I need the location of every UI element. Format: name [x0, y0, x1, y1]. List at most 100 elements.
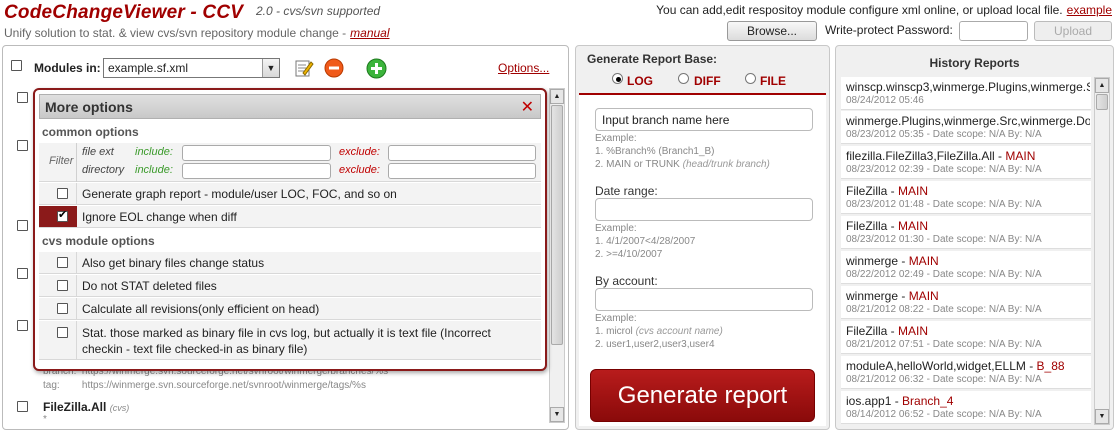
- date-example-1: 1. 4/1/2007<4/28/2007: [595, 236, 696, 247]
- history-item[interactable]: FileZilla - MAIN 08/23/2012 01:30 - Date…: [841, 216, 1091, 249]
- account-input[interactable]: [595, 288, 813, 311]
- module-checkbox[interactable]: [17, 401, 28, 412]
- directory-exclude-input[interactable]: [388, 163, 536, 179]
- options-link[interactable]: Options...: [498, 61, 549, 75]
- history-item-name: filezilla.FileZilla3,FileZilla.All - MAI…: [846, 149, 1090, 163]
- history-item-name: winmerge.Plugins,winmerge.Src,winmerge.D…: [846, 114, 1090, 128]
- all-revisions-checkbox[interactable]: [57, 303, 68, 314]
- option-all-revisions[interactable]: Calculate all revisions(only efficient o…: [39, 297, 541, 320]
- account-example-2: 2. user1,user2,user3,user4: [595, 339, 715, 350]
- history-item[interactable]: winmerge - MAIN 08/22/2012 02:49 - Date …: [841, 251, 1091, 284]
- option-ignore-eol[interactable]: Ignore EOL change when diff: [39, 205, 541, 228]
- account-example-1-note: (cvs account name): [635, 326, 723, 337]
- password-input[interactable]: [959, 21, 1028, 41]
- module-checkbox[interactable]: [17, 320, 28, 331]
- history-item[interactable]: FileZilla - MAIN 08/21/2012 07:51 - Date…: [841, 321, 1091, 354]
- app-title: CodeChangeViewer - CCV: [4, 2, 244, 23]
- scroll-thumb[interactable]: [1096, 94, 1108, 110]
- history-scrollbar[interactable]: ▲ ▼: [1094, 77, 1110, 425]
- more-options-dialog: More options ✕ common options Filter fil…: [33, 88, 547, 371]
- file-ext-exclude-input[interactable]: [388, 145, 536, 161]
- option-label: Also get binary files change status: [82, 256, 265, 270]
- radio-diff[interactable]: [678, 73, 689, 84]
- manual-link[interactable]: manual: [350, 26, 389, 40]
- radio-file-label[interactable]: FILE: [760, 74, 786, 88]
- account-example: Example: 1. microl (cvs account name) 2.…: [595, 312, 723, 351]
- option-label-line2: checkin - text file checked-in as binary…: [82, 342, 308, 356]
- history-item-meta: 08/14/2012 06:52 - Date scope: N/A By: N…: [846, 409, 1042, 420]
- radio-log[interactable]: [612, 73, 623, 84]
- scroll-up-icon[interactable]: ▲: [1095, 78, 1109, 93]
- history-item-name: ios.app1 - Branch_4: [846, 394, 1090, 408]
- module-checkbox[interactable]: [17, 268, 28, 279]
- history-item-meta: 08/21/2012 06:32 - Date scope: N/A By: N…: [846, 374, 1042, 385]
- generate-report-button[interactable]: Generate report: [590, 369, 815, 422]
- radio-log-label[interactable]: LOG: [627, 74, 653, 88]
- history-item-name: winscp.winscp3,winmerge.Plugins,winmerge…: [846, 80, 1090, 94]
- history-item-meta: 08/22/2012 02:49 - Date scope: N/A By: N…: [846, 269, 1042, 280]
- module-checkbox[interactable]: [17, 140, 28, 151]
- history-item[interactable]: winscp.winscp3,winmerge.Plugins,winmerge…: [841, 77, 1091, 110]
- history-item[interactable]: moduleA,helloWorld,widget,ELLM - B_88 08…: [841, 356, 1091, 389]
- date-range-input[interactable]: [595, 198, 813, 221]
- edit-icon[interactable]: [294, 58, 314, 78]
- option-graph-report[interactable]: Generate graph report - module/user LOC,…: [39, 182, 541, 205]
- modules-label: Modules in:: [34, 61, 101, 75]
- history-item[interactable]: ios.app1 - Branch_4 08/14/2012 06:52 - D…: [841, 391, 1091, 424]
- select-all-checkbox[interactable]: [11, 60, 22, 71]
- branch-example-2-note: (head/trunk branch): [682, 159, 770, 170]
- history-item-name: FileZilla - MAIN: [846, 324, 1090, 338]
- example-link[interactable]: example: [1067, 3, 1112, 17]
- scroll-down-icon[interactable]: ▼: [1095, 409, 1109, 424]
- graph-report-checkbox[interactable]: [57, 188, 68, 199]
- no-stat-deleted-checkbox[interactable]: [57, 280, 68, 291]
- more-options-title: More options: [45, 99, 133, 115]
- checked-indicator: [39, 206, 77, 227]
- file-ext-label: file ext: [82, 146, 114, 158]
- example-label: Example:: [595, 133, 637, 144]
- remove-icon[interactable]: [324, 58, 344, 78]
- history-item[interactable]: FileZilla - MAIN 08/23/2012 01:48 - Date…: [841, 181, 1091, 214]
- history-item[interactable]: filezilla.FileZilla3,FileZilla.All - MAI…: [841, 146, 1091, 179]
- history-item-modules: winmerge -: [846, 254, 909, 268]
- file-ext-include-input[interactable]: [182, 145, 331, 161]
- module-checkbox[interactable]: [17, 220, 28, 231]
- branch-input[interactable]: Input branch name here: [595, 108, 813, 131]
- app-version: 2.0 - cvs/svn supported: [256, 4, 381, 18]
- module-file-value: example.sf.xml: [108, 61, 189, 75]
- module-name-text: FileZilla.All: [43, 400, 107, 414]
- history-item[interactable]: winmerge - MAIN 08/21/2012 08:22 - Date …: [841, 286, 1091, 319]
- browse-button[interactable]: Browse...: [727, 21, 817, 41]
- history-item-modules: FileZilla -: [846, 324, 899, 338]
- scroll-down-icon[interactable]: ▼: [550, 407, 564, 422]
- radio-diff-label[interactable]: DIFF: [694, 74, 721, 88]
- radio-file[interactable]: [745, 73, 756, 84]
- close-icon[interactable]: ✕: [521, 97, 534, 117]
- module-file-select[interactable]: example.sf.xml ▼: [103, 58, 280, 78]
- binary-as-text-checkbox[interactable]: [57, 327, 68, 338]
- add-icon[interactable]: [366, 58, 387, 79]
- scroll-up-icon[interactable]: ▲: [550, 89, 564, 104]
- module-checkbox[interactable]: [17, 92, 28, 103]
- directory-include-input[interactable]: [182, 163, 331, 179]
- checkbox-cell: [39, 252, 77, 273]
- option-label: Stat. those marked as binary file in cvs…: [82, 326, 491, 340]
- modules-scrollbar[interactable]: ▲ ▼: [549, 88, 565, 423]
- directory-exclude-label: exclude:: [339, 164, 380, 176]
- history-item-modules: winscp.winscp3,winmerge.Plugins,winmerge…: [846, 80, 1090, 94]
- option-binary-as-text[interactable]: Stat. those marked as binary file in cvs…: [39, 320, 541, 360]
- binary-status-checkbox[interactable]: [57, 257, 68, 268]
- date-example: Example: 1. 4/1/2007<4/28/2007 2. >=4/10…: [595, 222, 695, 261]
- history-item-modules: FileZilla -: [846, 219, 899, 233]
- option-no-stat-deleted[interactable]: Do not STAT deleted files: [39, 274, 541, 297]
- option-binary-status[interactable]: Also get binary files change status: [39, 251, 541, 274]
- history-item-branch: MAIN: [898, 219, 929, 233]
- scroll-thumb[interactable]: [551, 105, 563, 345]
- history-item[interactable]: winmerge.Plugins,winmerge.Src,winmerge.D…: [841, 111, 1091, 144]
- history-item-meta: 08/23/2012 01:48 - Date scope: N/A By: N…: [846, 199, 1042, 210]
- upload-button[interactable]: Upload: [1034, 21, 1112, 41]
- history-item-name: winmerge - MAIN: [846, 254, 1090, 268]
- history-title: History Reports: [929, 56, 1020, 70]
- ignore-eol-checkbox[interactable]: [57, 208, 68, 222]
- history-item-meta: 08/23/2012 05:35 - Date scope: N/A By: N…: [846, 129, 1042, 140]
